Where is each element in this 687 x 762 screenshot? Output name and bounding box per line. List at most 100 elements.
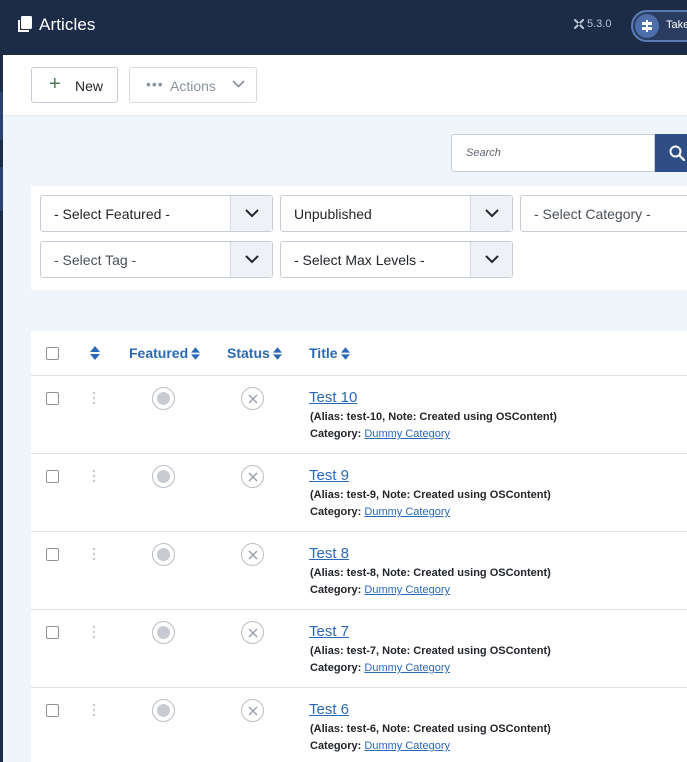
new-button-label: New bbox=[75, 78, 104, 94]
sort-icon bbox=[340, 346, 350, 360]
category-prefix: Category: bbox=[310, 584, 362, 596]
article-category: Category: Dummy Category bbox=[310, 428, 450, 440]
app-header: Articles 5.3.0 Take bbox=[0, 0, 687, 55]
title-column-label: Title bbox=[309, 345, 338, 361]
ellipsis-icon: ••• bbox=[146, 76, 164, 92]
featured-column-label: Featured bbox=[129, 345, 189, 361]
row-checkbox[interactable] bbox=[46, 392, 59, 405]
category-prefix: Category: bbox=[310, 740, 362, 752]
joomla-logo-icon bbox=[574, 19, 584, 29]
new-button[interactable]: + New bbox=[31, 67, 118, 103]
article-category: Category: Dummy Category bbox=[310, 506, 450, 518]
category-link[interactable]: Dummy Category bbox=[364, 662, 450, 674]
row-checkbox[interactable] bbox=[46, 470, 59, 483]
status-toggle[interactable] bbox=[241, 621, 264, 644]
max-levels-filter-value: - Select Max Levels - bbox=[294, 252, 425, 268]
category-link[interactable]: Dummy Category bbox=[364, 584, 450, 596]
search-button[interactable] bbox=[655, 134, 687, 172]
featured-toggle[interactable] bbox=[152, 621, 175, 644]
tag-filter-value: - Select Tag - bbox=[54, 252, 137, 268]
version-info: 5.3.0 bbox=[574, 18, 611, 30]
sort-icon bbox=[90, 346, 100, 360]
category-filter-value: - Select Category - bbox=[534, 206, 651, 222]
unpublished-x-icon bbox=[248, 550, 258, 560]
drag-handle-icon[interactable] bbox=[92, 547, 96, 561]
article-category: Category: Dummy Category bbox=[310, 662, 450, 674]
article-category: Category: Dummy Category bbox=[310, 740, 450, 752]
status-toggle[interactable] bbox=[241, 387, 264, 410]
category-link[interactable]: Dummy Category bbox=[364, 428, 450, 440]
category-prefix: Category: bbox=[310, 506, 362, 518]
article-alias: (Alias: test-9, Note: Created using OSCo… bbox=[310, 489, 551, 501]
status-column-header[interactable]: Status bbox=[227, 345, 282, 361]
status-column-label: Status bbox=[227, 345, 270, 361]
sort-icon bbox=[191, 346, 201, 360]
copy-icon bbox=[18, 16, 32, 32]
search-icon bbox=[669, 145, 685, 161]
row-checkbox[interactable] bbox=[46, 704, 59, 717]
article-alias: (Alias: test-6, Note: Created using OSCo… bbox=[310, 723, 551, 735]
actions-label: Actions bbox=[170, 78, 216, 94]
article-title-link[interactable]: Test 10 bbox=[309, 389, 357, 406]
ordering-sort-header[interactable] bbox=[90, 346, 100, 360]
featured-toggle[interactable] bbox=[152, 699, 175, 722]
featured-toggle[interactable] bbox=[152, 465, 175, 488]
sidebar-marker bbox=[0, 167, 3, 211]
category-link[interactable]: Dummy Category bbox=[364, 506, 450, 518]
unpublished-x-icon bbox=[248, 628, 258, 638]
table-row: Test 7 (Alias: test-7, Note: Created usi… bbox=[31, 610, 687, 688]
article-title-link[interactable]: Test 8 bbox=[309, 545, 349, 562]
featured-toggle[interactable] bbox=[152, 543, 175, 566]
drag-handle-icon[interactable] bbox=[92, 625, 96, 639]
chevron-down-icon bbox=[470, 196, 512, 231]
sidebar-edge bbox=[0, 55, 3, 762]
status-toggle[interactable] bbox=[241, 543, 264, 566]
unpublished-x-icon bbox=[248, 472, 258, 482]
toolbar: + New ••• Actions bbox=[3, 55, 687, 116]
featured-filter-value: - Select Featured - bbox=[54, 206, 170, 222]
featured-column-header[interactable]: Featured bbox=[129, 345, 201, 361]
search-input[interactable] bbox=[451, 134, 655, 172]
table-header: Featured Status Title bbox=[31, 331, 687, 376]
category-prefix: Category: bbox=[310, 428, 362, 440]
status-toggle[interactable] bbox=[241, 699, 264, 722]
table-row: Test 6 (Alias: test-6, Note: Created usi… bbox=[31, 688, 687, 762]
table-row: Test 9 (Alias: test-9, Note: Created usi… bbox=[31, 454, 687, 532]
chevron-down-icon bbox=[470, 242, 512, 277]
guided-tour-button[interactable]: Take bbox=[631, 10, 687, 42]
chevron-down-icon bbox=[232, 80, 245, 88]
article-title-link[interactable]: Test 6 bbox=[309, 701, 349, 718]
unpublished-x-icon bbox=[248, 394, 258, 404]
category-link[interactable]: Dummy Category bbox=[364, 740, 450, 752]
status-filter-select[interactable]: Unpublished bbox=[280, 195, 513, 232]
page-title: Articles bbox=[39, 15, 96, 34]
version-number: 5.3.0 bbox=[587, 18, 612, 30]
article-alias: (Alias: test-7, Note: Created using OSCo… bbox=[310, 645, 551, 657]
featured-toggle[interactable] bbox=[152, 387, 175, 410]
signpost-icon bbox=[635, 14, 659, 38]
actions-dropdown[interactable]: ••• Actions bbox=[129, 67, 257, 103]
select-all-checkbox[interactable] bbox=[46, 347, 59, 360]
row-checkbox[interactable] bbox=[46, 548, 59, 561]
table-row: Test 10 (Alias: test-10, Note: Created u… bbox=[31, 376, 687, 454]
title-column-header[interactable]: Title bbox=[309, 345, 350, 361]
category-filter-select[interactable]: - Select Category - bbox=[520, 195, 687, 232]
article-title-link[interactable]: Test 7 bbox=[309, 623, 349, 640]
tour-label: Take bbox=[666, 19, 687, 31]
category-prefix: Category: bbox=[310, 662, 362, 674]
featured-filter-select[interactable]: - Select Featured - bbox=[40, 195, 273, 232]
tag-filter-select[interactable]: - Select Tag - bbox=[40, 241, 273, 278]
drag-handle-icon[interactable] bbox=[92, 703, 96, 717]
drag-handle-icon[interactable] bbox=[92, 469, 96, 483]
unpublished-x-icon bbox=[248, 706, 258, 716]
status-toggle[interactable] bbox=[241, 465, 264, 488]
sort-icon bbox=[272, 346, 282, 360]
max-levels-filter-select[interactable]: - Select Max Levels - bbox=[280, 241, 513, 278]
chevron-down-icon bbox=[230, 242, 272, 277]
plus-icon: + bbox=[49, 73, 61, 95]
drag-handle-icon[interactable] bbox=[92, 391, 96, 405]
chevron-down-icon bbox=[230, 196, 272, 231]
row-checkbox[interactable] bbox=[46, 626, 59, 639]
article-title-link[interactable]: Test 9 bbox=[309, 467, 349, 484]
article-alias: (Alias: test-10, Note: Created using OSC… bbox=[310, 411, 557, 423]
